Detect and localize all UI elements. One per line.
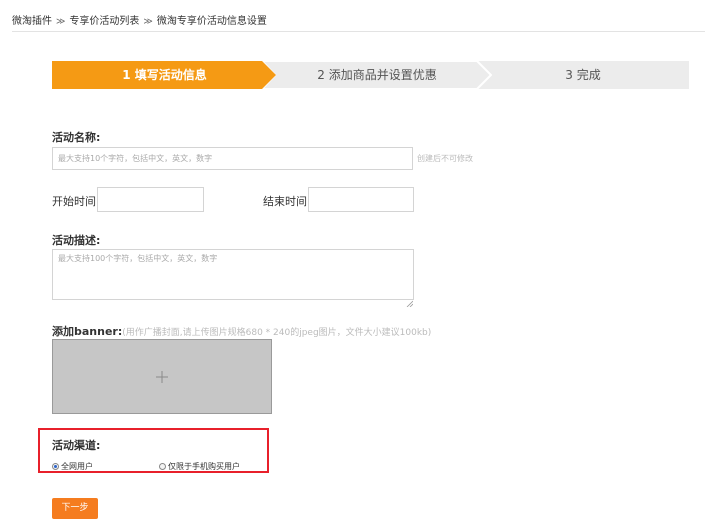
banner-label: 添加banner: [52, 325, 123, 338]
radio-selected-icon[interactable] [52, 463, 59, 470]
start-time-input[interactable] [97, 187, 204, 212]
channel-option-mobile[interactable]: 仅限于手机购买用户 [159, 456, 240, 475]
breadcrumb-separator: ≫ [143, 17, 153, 27]
breadcrumb-separator: ≫ [56, 17, 66, 27]
channel-label: 活动渠道: [52, 439, 101, 452]
breadcrumb-item-plugin[interactable]: 微淘插件 [12, 16, 52, 27]
plus-icon [53, 340, 271, 413]
channel-option-mobile-label: 仅限于手机购买用户 [168, 462, 240, 471]
resize-handle-icon[interactable] [406, 292, 414, 308]
breadcrumb-divider [12, 31, 705, 32]
banner-row: 添加banner:(用作广播封面,请上传图片规格680 * 240的jpeg图片… [52, 320, 431, 339]
activity-name-label: 活动名称: [52, 131, 101, 144]
banner-hint: (用作广播封面,请上传图片规格680 * 240的jpeg图片，文件大小建议10… [122, 328, 432, 338]
step-3-label: 3 完成 [565, 68, 601, 82]
step-fill-info: 1 填写活动信息 [52, 61, 277, 89]
radio-unselected-icon[interactable] [159, 463, 166, 470]
activity-name-hint: 创建后不可修改 [417, 154, 473, 163]
end-time-input[interactable] [308, 187, 414, 212]
breadcrumb-item-current: 微淘专享价活动信息设置 [156, 16, 267, 27]
breadcrumb-item-list[interactable]: 专享价活动列表 [69, 16, 139, 27]
step-indicator: 3 完成 2 添加商品并设置优惠 1 填写活动信息 [52, 61, 689, 89]
activity-desc-label: 活动描述: [52, 234, 101, 247]
activity-name-input[interactable]: 最大支持10个字符，包括中文，英文，数字 [52, 147, 413, 170]
activity-desc-textarea[interactable]: 最大支持100个字符，包括中文，英文，数字 [52, 249, 414, 300]
step-2-label: 2 添加商品并设置优惠 [317, 68, 437, 82]
step-complete: 3 完成 [477, 61, 689, 89]
step-add-products: 2 添加商品并设置优惠 [262, 61, 492, 89]
start-time-label: 开始时间: [52, 195, 100, 208]
breadcrumb: 微淘插件 ≫ 专享价活动列表 ≫ 微淘专享价活动信息设置 [12, 12, 267, 27]
channel-option-all[interactable]: 全网用户 [52, 456, 93, 475]
next-step-button[interactable]: 下一步 [52, 498, 98, 519]
step-1-label: 1 填写活动信息 [122, 68, 207, 82]
banner-upload-box[interactable] [52, 339, 272, 414]
end-time-label: 结束时间: [263, 195, 311, 208]
channel-option-all-label: 全网用户 [61, 462, 93, 471]
